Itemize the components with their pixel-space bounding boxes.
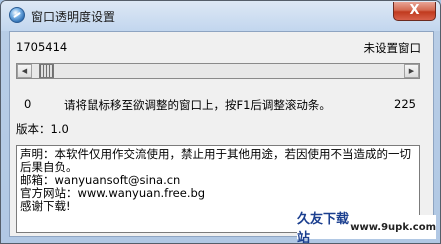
main-window: 窗口透明度设置 X 1705414 未设置窗口 ◀ ▶ 0 请将鼠标移至欲调整的… xyxy=(0,0,441,244)
scroll-right-button[interactable]: ▶ xyxy=(404,64,419,78)
close-button[interactable]: X xyxy=(393,2,436,21)
version-label: 版本：1.0 xyxy=(16,122,69,136)
website-text: 官方网站：www.wanyuan.free.bg xyxy=(20,186,206,200)
min-value-label: 0 xyxy=(24,97,32,111)
window-handle-label: 1705414 xyxy=(16,40,68,54)
window-title: 窗口透明度设置 xyxy=(31,10,116,24)
window-state-label: 未设置窗口 xyxy=(363,41,422,55)
max-value-label: 225 xyxy=(394,97,416,111)
transparency-scrollbar[interactable]: ◀ ▶ xyxy=(16,63,420,79)
title-bar[interactable]: 窗口透明度设置 X xyxy=(1,1,440,31)
instruction-text: 请将鼠标移至欲调整的窗口上，按F1后调整滚动条。 xyxy=(64,98,331,112)
watermark-url: www.9upk.com xyxy=(350,221,436,233)
disclaimer-text: 声明：本软件仅用作交流使用，禁止用于其他用途，若因使用不当造成的一切后果自负。 xyxy=(20,147,411,174)
watermark-cn: 久友下载站 xyxy=(297,212,350,244)
arrow-right-icon: ▶ xyxy=(408,67,415,75)
arrow-left-icon: ◀ xyxy=(21,67,28,75)
scroll-thumb[interactable] xyxy=(39,64,54,78)
client-area: 1705414 未设置窗口 ◀ ▶ 0 请将鼠标移至欲调整的窗口上，按F1后调整… xyxy=(9,31,434,237)
app-icon xyxy=(9,7,25,23)
site-watermark: 久友下载站 www.9upk.com xyxy=(297,212,436,243)
thanks-text: 感谢下载! xyxy=(20,199,71,213)
scroll-left-button[interactable]: ◀ xyxy=(17,64,32,78)
